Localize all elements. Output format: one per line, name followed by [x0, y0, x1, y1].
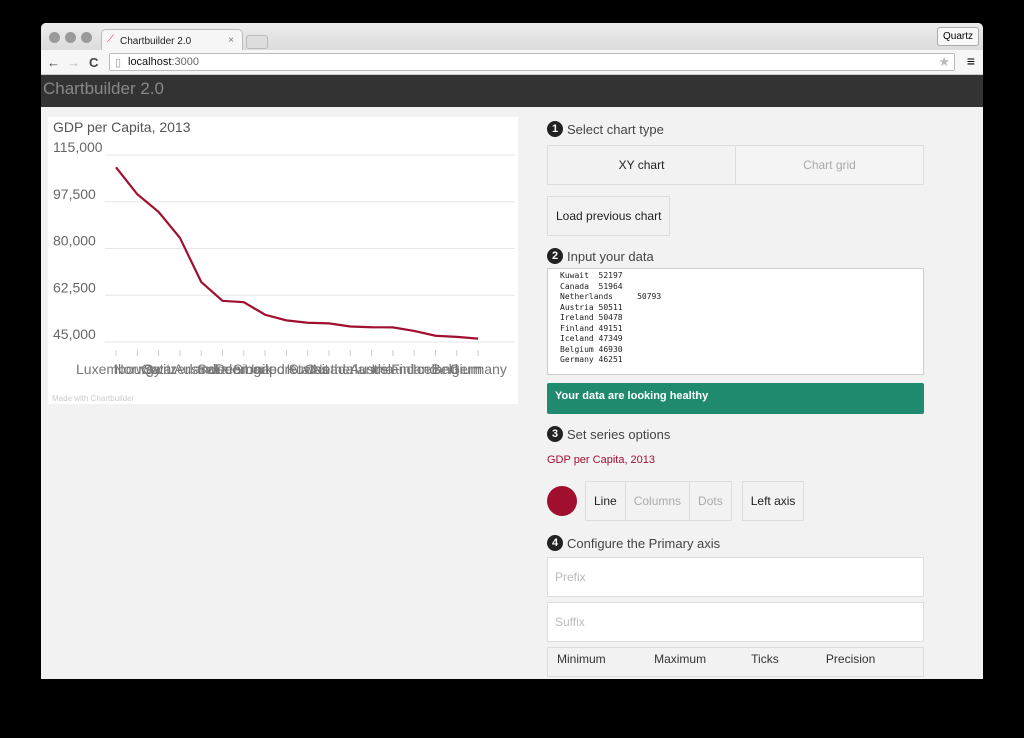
- maximum-label: Maximum: [654, 652, 707, 666]
- load-previous-chart-button[interactable]: Load previous chart: [547, 196, 671, 236]
- maximize-window-button[interactable]: [81, 32, 92, 43]
- series-options: Line Columns Dots Left axis: [547, 481, 924, 521]
- minimum-label: Minimum: [557, 652, 606, 666]
- close-window-button[interactable]: [49, 32, 60, 43]
- chart-title: GDP per Capita, 2013: [53, 119, 191, 135]
- app-header: Chartbuilder 2.0: [41, 75, 983, 107]
- step-number-icon: 3: [547, 426, 563, 442]
- chart-type-selector: XY chart Chart grid: [547, 145, 924, 185]
- step-label: Configure the Primary axis: [567, 535, 721, 551]
- new-tab-button[interactable]: [246, 35, 268, 49]
- step-2-heading: 2 Input your data: [547, 244, 924, 268]
- tab-title: Chartbuilder 2.0: [120, 36, 192, 47]
- left-axis-button[interactable]: Left axis: [743, 482, 804, 520]
- y-tick-label: 97,500: [53, 186, 96, 202]
- menu-icon[interactable]: ≡: [967, 53, 975, 69]
- close-tab-icon[interactable]: ×: [228, 35, 234, 46]
- y-tick-label: 45,000: [53, 326, 96, 342]
- title-bar: ⟋ Chartbuilder 2.0 × Quartz: [41, 23, 983, 51]
- url-host: localhost: [128, 56, 172, 68]
- chart-watermark: Made with Chartbuilder: [52, 394, 135, 403]
- data-input[interactable]: Kuwait 52197 Canada 51964 Netherlands 50…: [547, 268, 924, 375]
- back-icon[interactable]: ←: [47, 55, 60, 70]
- chart-favicon-icon: ⟋: [107, 34, 114, 45]
- step-number-icon: 2: [547, 248, 563, 264]
- step-label: Set series options: [567, 426, 671, 442]
- minimize-window-button[interactable]: [65, 32, 76, 43]
- axis-selector: Left axis: [741, 481, 805, 521]
- page-icon: ▯: [115, 57, 122, 69]
- chart-grid-button[interactable]: Chart grid: [736, 146, 923, 184]
- bookmark-star-icon[interactable]: ★: [938, 54, 950, 70]
- url-input[interactable]: ▯ localhost:3000 ★: [109, 53, 955, 71]
- x-tick-label: Germany: [449, 361, 507, 377]
- y-tick-label: 80,000: [53, 233, 96, 249]
- suffix-input[interactable]: Suffix: [547, 602, 924, 642]
- axis-settings-header: Minimum Maximum Ticks Precision: [547, 647, 924, 677]
- series-type-selector: Line Columns Dots: [585, 481, 732, 521]
- chart-preview: GDP per Capita, 2013 115,000 97,500 80,000…: [48, 117, 518, 404]
- prefix-input[interactable]: Prefix: [547, 557, 924, 597]
- step-1-heading: 1 Select chart type: [547, 117, 924, 141]
- precision-label: Precision: [825, 652, 876, 666]
- series-color-picker[interactable]: [547, 486, 577, 516]
- series-line: [115, 166, 479, 340]
- ticks-label: Ticks: [751, 652, 779, 666]
- data-status-message: Your data are looking healthy: [547, 383, 924, 414]
- columns-type-button[interactable]: Columns: [626, 482, 691, 520]
- xy-chart-button[interactable]: XY chart: [548, 146, 736, 184]
- step-4-heading: 4 Configure the Primary axis: [547, 531, 924, 555]
- address-bar: ← → C ▯ localhost:3000 ★ ≡: [41, 50, 983, 75]
- dots-type-button[interactable]: Dots: [690, 482, 731, 520]
- profile-button[interactable]: Quartz: [936, 27, 979, 46]
- line-chart: GDP per Capita, 2013 115,000 97,500 80,000…: [52, 119, 515, 403]
- editor-panel: 1 Select chart type XY chart Chart grid L…: [547, 117, 924, 677]
- forward-icon[interactable]: →: [67, 55, 80, 70]
- url-port: :3000: [171, 56, 199, 68]
- step-label: Input your data: [567, 248, 654, 264]
- browser-tab[interactable]: ⟋ Chartbuilder 2.0 ×: [101, 29, 243, 51]
- step-label: Select chart type: [567, 121, 664, 137]
- reload-icon[interactable]: C: [89, 55, 98, 70]
- y-tick-label: 115,000: [53, 139, 103, 155]
- step-3-heading: 3 Set series options: [547, 422, 924, 446]
- series-name: GDP per Capita, 2013: [547, 454, 656, 466]
- step-number-icon: 1: [547, 121, 563, 137]
- y-tick-label: 62,500: [53, 279, 96, 295]
- step-number-icon: 4: [547, 535, 563, 551]
- app-title: Chartbuilder 2.0: [43, 79, 164, 98]
- browser-window: ⟋ Chartbuilder 2.0 × Quartz ← → C ▯ loca…: [41, 23, 983, 679]
- line-type-button[interactable]: Line: [586, 482, 626, 520]
